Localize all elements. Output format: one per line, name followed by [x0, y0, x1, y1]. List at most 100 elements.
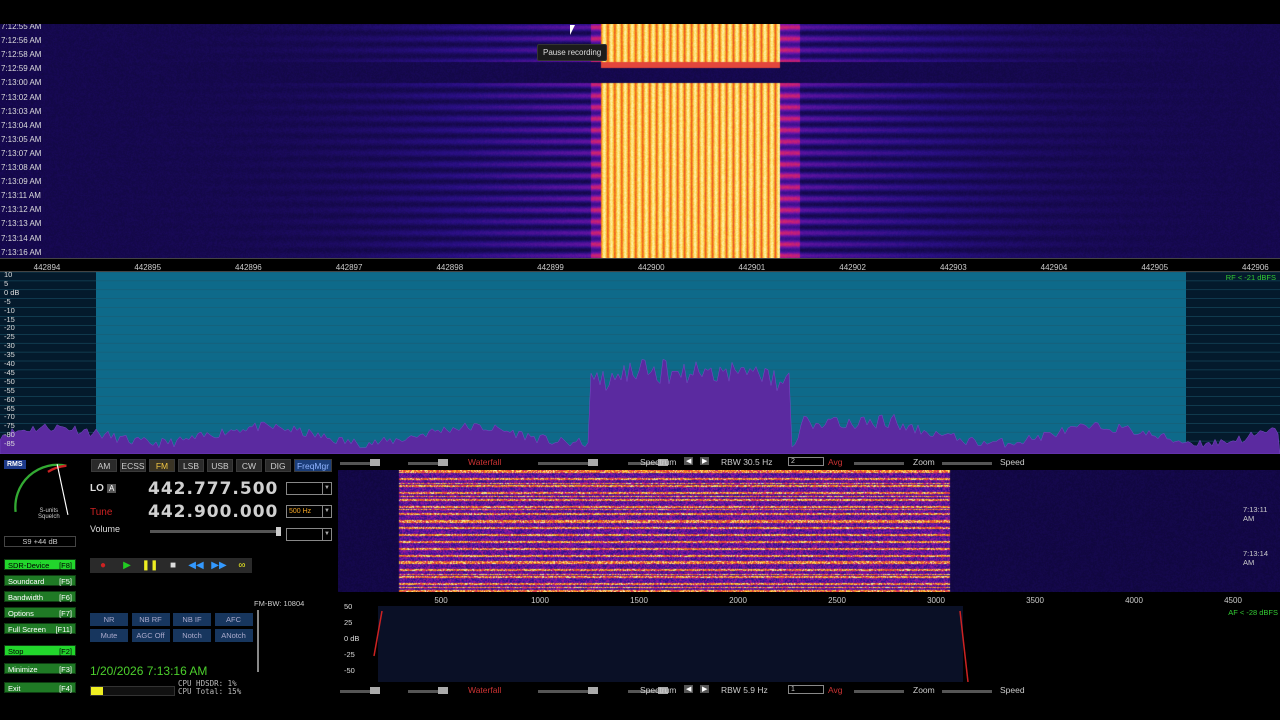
- mode-am[interactable]: AM: [91, 459, 117, 472]
- side-button-label: Bandwidth: [8, 593, 44, 602]
- db-label: -80: [4, 430, 15, 440]
- mode-cw[interactable]: CW: [236, 459, 262, 472]
- af-db-label: -50: [344, 666, 355, 675]
- time-label: 7:13:08 AM: [1, 163, 42, 172]
- slider-knob[interactable]: [588, 687, 598, 694]
- side-button-label: Full Screen: [8, 625, 46, 634]
- zoom-slider[interactable]: [854, 462, 904, 465]
- slider-knob[interactable]: [438, 687, 448, 694]
- record-icon[interactable]: ●: [94, 559, 112, 572]
- db-label: -30: [4, 341, 15, 351]
- freq-tick: 442906: [1242, 263, 1269, 272]
- db-label: -85: [4, 439, 15, 449]
- af-gain-slider[interactable]: [257, 610, 259, 672]
- side-button-key: [F7]: [59, 609, 72, 618]
- af-db-label: 0 dB: [344, 634, 360, 643]
- volume-dropdown[interactable]: ▼: [286, 528, 332, 541]
- frequency-axis[interactable]: 442894 442895 442896 442897 442898 442899 4429…: [0, 258, 1280, 272]
- dsp-nb-rf[interactable]: NB RF: [131, 613, 170, 626]
- lo-dropdown[interactable]: ▼: [286, 482, 332, 495]
- side-button-minimize[interactable]: Minimize [F3]: [4, 663, 76, 674]
- side-button-options[interactable]: Options [F7]: [4, 607, 76, 618]
- slider-knob[interactable]: [370, 687, 380, 694]
- mode-freqmgr[interactable]: FreqMgr: [294, 459, 332, 472]
- rf-spectrum[interactable]: 10 5 0 dB -5 -10 -15 -20 -25 -30 -35 -40 -45 -50 -55-…: [0, 272, 1280, 454]
- slider-knob[interactable]: [438, 459, 448, 466]
- rewind-icon[interactable]: ◀◀: [187, 559, 205, 572]
- volume-knob[interactable]: [276, 527, 281, 536]
- rbw-prev-icon[interactable]: ◀: [684, 685, 694, 693]
- dsp-nb-if[interactable]: NB IF: [173, 613, 211, 626]
- waterfall-label: Waterfall: [468, 457, 502, 467]
- af-time-label: 7:13:11 AM: [1243, 505, 1268, 523]
- fast-forward-icon[interactable]: ▶▶: [210, 559, 228, 572]
- af-tick: 2500: [828, 596, 846, 605]
- rbw-next-icon[interactable]: ▶: [700, 457, 710, 465]
- mode-lsb[interactable]: LSB: [178, 459, 204, 472]
- slider-knob[interactable]: [588, 459, 598, 466]
- af-time-label: 7:13:14 AM: [1243, 549, 1269, 567]
- speed-slider[interactable]: [942, 690, 992, 693]
- db-label: -15: [4, 314, 15, 324]
- af-level-info: AF < -28 dBFS: [1228, 608, 1278, 617]
- freq-tick: 442894: [33, 263, 61, 272]
- avg-dropdown[interactable]: 2: [788, 457, 824, 466]
- volume-slider[interactable]: [150, 530, 280, 533]
- dsp-mute[interactable]: Mute: [90, 629, 128, 642]
- af-tick: 4500: [1224, 596, 1242, 605]
- af-tick: 1500: [630, 596, 648, 605]
- play-icon[interactable]: ▶: [118, 559, 136, 572]
- side-button-key: [F4]: [59, 684, 72, 693]
- zoom-slider[interactable]: [854, 690, 904, 693]
- lo-frequency[interactable]: 442.777.500: [148, 479, 278, 499]
- db-label: -45: [4, 367, 15, 377]
- dsp-notch[interactable]: Notch: [173, 629, 211, 642]
- mode-ecss[interactable]: ECSS: [120, 459, 146, 472]
- mode-dig[interactable]: DIG: [265, 459, 291, 472]
- pause-icon[interactable]: ❚❚: [141, 559, 159, 572]
- volume-label: Volume: [90, 524, 121, 534]
- af-db-label: 50: [344, 602, 353, 611]
- af-tick: 500: [434, 596, 448, 605]
- stop-icon[interactable]: ■: [164, 559, 182, 572]
- side-button-full-screen[interactable]: Full Screen [F11]: [4, 623, 76, 634]
- side-button-soundcard[interactable]: Soundcard [F5]: [4, 575, 76, 586]
- tune-step-dropdown[interactable]: 500 Hz ▼: [286, 505, 332, 518]
- waterfall-control-bar-top: Waterfall Spectrum ◀ ▶ RBW 30.5 Hz 2 Avg Zoom Sp…: [338, 457, 1280, 469]
- af-spectrum[interactable]: 50 25 0 dB -25 -50 AF < -28 dBFS: [338, 602, 1280, 683]
- rbw-next-icon[interactable]: ▶: [700, 685, 710, 693]
- side-button-key: [F8]: [59, 561, 72, 570]
- avg-dropdown[interactable]: 1: [788, 685, 824, 694]
- tune-frequency[interactable]: 442.900.000: [148, 502, 278, 522]
- freq-tick: 442904: [1040, 263, 1068, 272]
- dsp-agc-off[interactable]: AGC Off: [131, 629, 170, 642]
- rms-badge[interactable]: RMS: [4, 460, 26, 469]
- af-axis: 500 1000 1500 2000 2500 3000 3500 4000 4500: [338, 594, 1280, 606]
- freq-tick: 442899: [537, 263, 564, 272]
- freq-tick: 442900: [637, 263, 665, 272]
- side-button-label: Stop: [8, 647, 24, 656]
- mode-fm[interactable]: FM: [149, 459, 175, 472]
- loop-icon[interactable]: ∞: [232, 559, 252, 572]
- time-label: 7:13:14 AM: [1, 233, 42, 243]
- side-button-sdr-device[interactable]: SDR-Device [F8]: [4, 559, 76, 570]
- side-button-exit[interactable]: Exit [F4]: [4, 682, 76, 693]
- dsp-afc[interactable]: AFC: [214, 613, 253, 626]
- db-label: -10: [4, 305, 15, 315]
- speed-slider[interactable]: [942, 462, 992, 465]
- dsp-nr[interactable]: NR: [90, 613, 128, 626]
- mode-usb[interactable]: USB: [207, 459, 233, 472]
- tune-label: Tune: [90, 507, 113, 518]
- main-waterfall[interactable]: 7:12:55 AM 7:12:56 AM 7:12:58 AM 7:12:59 AM…: [0, 24, 1280, 258]
- af-waterfall[interactable]: [338, 470, 1280, 592]
- side-button-stop[interactable]: Stop [F2]: [4, 645, 76, 656]
- dsp-anotch[interactable]: ANotch: [214, 629, 253, 642]
- rbw-prev-icon[interactable]: ◀: [684, 457, 694, 465]
- db-label: 5: [4, 278, 9, 288]
- slider-knob[interactable]: [370, 459, 380, 466]
- db-label: -60: [4, 394, 15, 404]
- side-button-key: [F11]: [55, 625, 72, 634]
- side-button-bandwidth[interactable]: Bandwidth [F6]: [4, 591, 76, 602]
- lo-badge[interactable]: A: [107, 484, 117, 493]
- freq-tick: 442898: [436, 263, 464, 272]
